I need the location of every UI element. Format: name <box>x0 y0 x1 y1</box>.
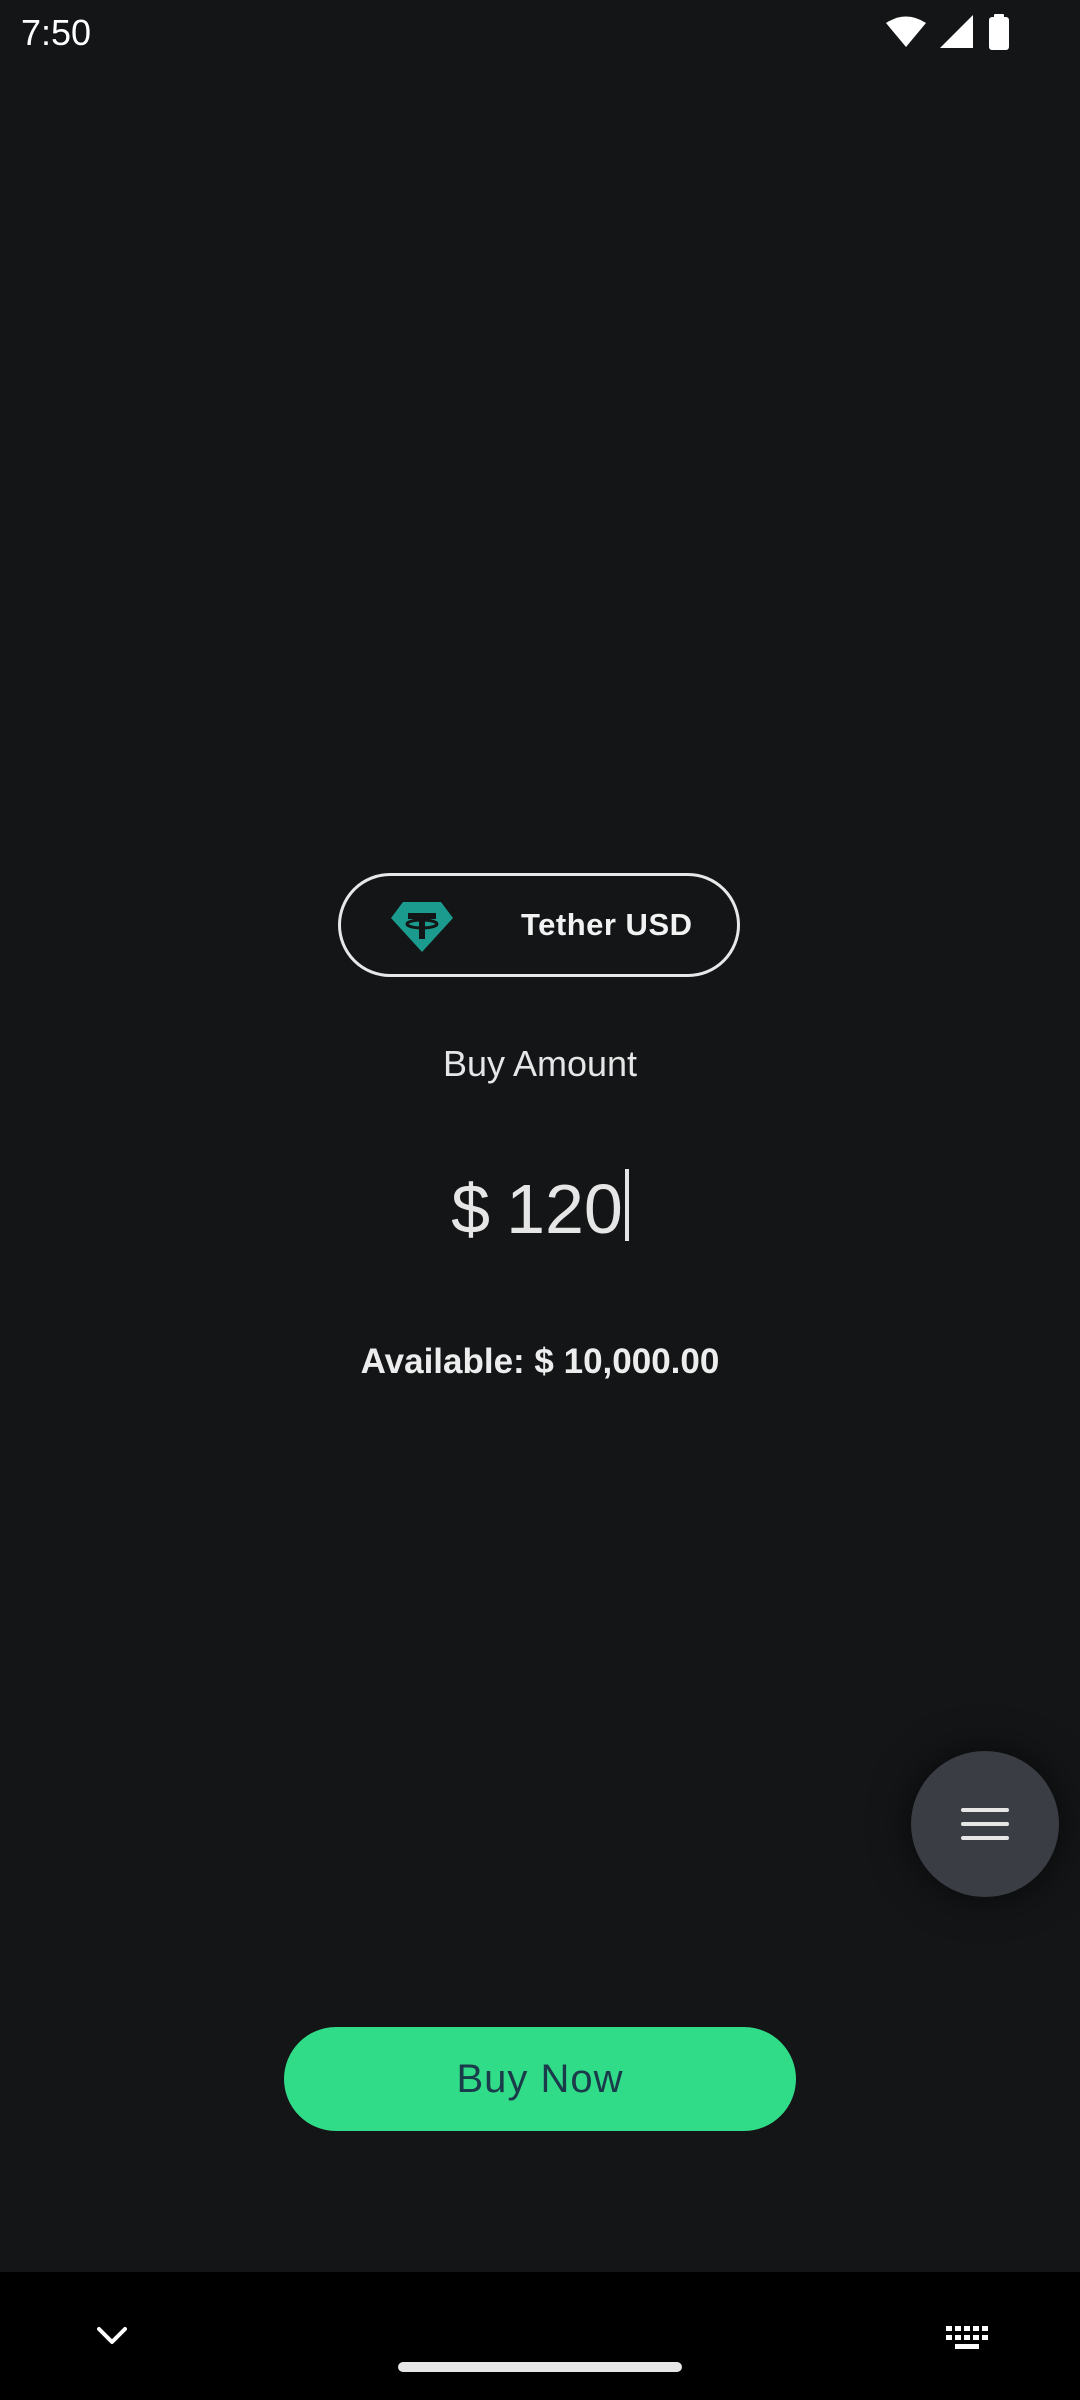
text-caret <box>624 1169 629 1241</box>
battery-icon <box>989 14 1009 50</box>
amount-value: 120 <box>506 1170 623 1248</box>
status-icons <box>886 14 1010 50</box>
keyboard-icon[interactable] <box>946 2326 990 2350</box>
chevron-down-icon[interactable] <box>96 2324 128 2348</box>
amount-input[interactable]: $120 <box>0 1165 1080 1255</box>
menu-icon <box>961 1808 1009 1840</box>
wifi-icon <box>886 16 926 47</box>
buy-screen: 7:50 Tether USD Buy Amount $120 Availabl… <box>0 0 1080 2400</box>
token-selector[interactable]: Tether USD <box>338 873 740 977</box>
buy-amount-label: Buy Amount <box>442 1043 638 1084</box>
buy-now-button[interactable]: Buy Now <box>284 2027 796 2131</box>
tether-icon <box>391 902 453 952</box>
available-balance: Available: $ 10,000.00 <box>360 1342 720 1381</box>
amount-currency: $ <box>451 1170 491 1248</box>
token-name: Tether USD <box>521 907 693 942</box>
navigation-bar <box>0 2272 1080 2400</box>
home-handle[interactable] <box>398 2362 682 2372</box>
status-time: 7:50 <box>21 12 92 53</box>
signal-icon <box>940 15 973 48</box>
menu-fab[interactable] <box>911 1751 1059 1897</box>
status-bar: 7:50 <box>0 0 1080 64</box>
